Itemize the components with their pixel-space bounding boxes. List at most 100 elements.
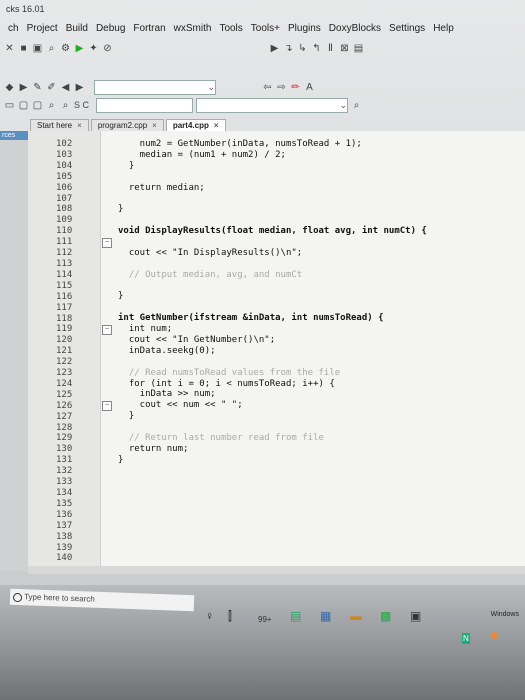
code-line[interactable] xyxy=(118,215,427,226)
select-icon[interactable]: ▭ xyxy=(4,100,15,111)
taskbar-search[interactable]: Type here to search xyxy=(9,588,195,612)
close-icon[interactable]: × xyxy=(214,121,219,130)
code-line[interactable] xyxy=(118,281,427,292)
code-line[interactable] xyxy=(118,488,427,499)
code-line[interactable]: } xyxy=(118,161,427,172)
code-line[interactable] xyxy=(118,520,427,531)
code-line[interactable] xyxy=(118,302,427,313)
fold-marker[interactable]: − xyxy=(102,325,112,335)
code-line[interactable]: return num; xyxy=(118,444,427,455)
tab-part4[interactable]: part4.cpp × xyxy=(165,119,226,131)
code-line[interactable]: cout << "In DisplayResults()\n"; xyxy=(118,248,427,259)
app-icon-4[interactable]: N xyxy=(462,633,470,644)
next-icon[interactable]: ▶ xyxy=(74,82,85,93)
toggle-icon[interactable]: ▶ xyxy=(18,82,29,93)
pause-icon[interactable]: Ⅱ xyxy=(325,43,336,54)
symbol-combo[interactable]: ⌄ xyxy=(196,97,349,113)
code-line[interactable] xyxy=(118,172,427,183)
code-line[interactable]: int GetNumber(ifstream &inData, int nums… xyxy=(118,313,427,324)
code-line[interactable]: inData.seekg(0); xyxy=(118,346,427,357)
task-view-icon[interactable]: ⫿ xyxy=(228,609,232,624)
code-combo[interactable]: ⌄ xyxy=(94,79,216,95)
code-line[interactable]: return median; xyxy=(118,183,427,194)
fold-marker[interactable]: − xyxy=(102,401,112,411)
code-line[interactable]: } xyxy=(118,291,427,302)
code-line[interactable]: // Return last number read from file xyxy=(118,433,427,444)
code-line[interactable]: num2 = GetNumber(inData, numsToRead + 1)… xyxy=(118,139,427,150)
code-line[interactable]: int num; xyxy=(118,324,427,335)
box-icon[interactable]: ▢ xyxy=(32,100,43,111)
menu-item-wxsmith[interactable]: wxSmith xyxy=(174,23,212,34)
build-icon[interactable]: ⚙ xyxy=(60,43,71,54)
spell-icon[interactable]: A xyxy=(304,82,315,93)
code-line[interactable] xyxy=(118,259,427,270)
prev-icon[interactable]: ◀ xyxy=(60,82,71,93)
app-icon-3[interactable]: ▣ xyxy=(410,609,421,623)
new-file-icon[interactable]: ✕ xyxy=(4,43,15,54)
comment-icon[interactable]: ✎ xyxy=(32,82,43,93)
tab-program2[interactable]: program2.cpp × xyxy=(90,119,164,131)
menu-item[interactable]: ch xyxy=(8,23,19,34)
menu-item-fortran[interactable]: Fortran xyxy=(133,23,165,34)
source-code[interactable]: num2 = GetNumber(inData, numsToRead + 1)… xyxy=(118,139,427,564)
stop-icon[interactable]: ⊘ xyxy=(102,43,113,54)
forward-arrow-icon[interactable]: ⇨ xyxy=(276,82,287,93)
menu-item-tools-plus[interactable]: Tools+ xyxy=(251,23,280,34)
code-line[interactable]: for (int i = 0; i < numsToRead; i++) { xyxy=(118,379,427,390)
debug-icon[interactable]: ▶ xyxy=(269,43,280,54)
stop-debug-icon[interactable]: ⊠ xyxy=(339,43,350,54)
debug-windows-icon[interactable]: ▤ xyxy=(353,43,364,54)
open-icon[interactable]: ■ xyxy=(18,43,29,54)
close-icon[interactable]: × xyxy=(152,121,157,130)
code-line[interactable] xyxy=(118,498,427,509)
code-editor[interactable]: 102 103 104 105 106 107 108 109 110 111 112 113 114 1… xyxy=(28,131,525,571)
code-line[interactable]: inData >> num; xyxy=(118,389,427,400)
code-line[interactable]: cout << num << " "; xyxy=(118,400,427,411)
code-line[interactable] xyxy=(118,542,427,553)
code-line[interactable] xyxy=(118,237,427,248)
bookmark-icon[interactable]: ◆ xyxy=(4,82,15,93)
code-line[interactable] xyxy=(118,531,427,542)
menu-item-help[interactable]: Help xyxy=(433,23,454,34)
code-line[interactable]: // Read numsToRead values from the file xyxy=(118,368,427,379)
code-line[interactable]: void DisplayResults(float median, float … xyxy=(118,226,427,237)
code-line[interactable] xyxy=(118,509,427,520)
uncomment-icon[interactable]: ✐ xyxy=(46,82,57,93)
menu-item-build[interactable]: Build xyxy=(66,23,88,34)
code-line[interactable] xyxy=(118,193,427,204)
back-arrow-icon[interactable]: ⇦ xyxy=(262,82,273,93)
search-icon[interactable]: ⌕ xyxy=(351,100,362,111)
code-line[interactable]: } xyxy=(118,204,427,215)
run-icon[interactable]: ▶ xyxy=(74,43,85,54)
tab-start-here[interactable]: Start here × xyxy=(30,119,89,131)
menu-item-project[interactable]: Project xyxy=(27,23,58,34)
app-icon[interactable]: ▤ xyxy=(290,609,301,623)
code-line[interactable]: // Output median, avg, and numCt xyxy=(118,270,427,281)
zoom-out-icon[interactable]: ⌕ xyxy=(60,100,71,111)
code-line[interactable]: } xyxy=(118,411,427,422)
menu-item-doxyblocks[interactable]: DoxyBlocks xyxy=(329,23,381,34)
code-line[interactable] xyxy=(118,553,427,564)
menu-item-tools[interactable]: Tools xyxy=(219,23,242,34)
code-line[interactable] xyxy=(118,422,427,433)
step-out-icon[interactable]: ↰ xyxy=(311,43,322,54)
code-line[interactable] xyxy=(118,477,427,488)
menu-item-debug[interactable]: Debug xyxy=(96,23,125,34)
step-icon[interactable]: ↴ xyxy=(283,43,294,54)
box-icon[interactable]: ▢ xyxy=(18,100,29,111)
highlight-icon[interactable]: ✏ xyxy=(290,82,301,93)
store-icon[interactable]: ▦ xyxy=(320,609,331,623)
mic-icon[interactable]: ♀ xyxy=(205,609,214,623)
code-line[interactable]: cout << "In GetNumber()\n"; xyxy=(118,335,427,346)
horizontal-scrollbar[interactable] xyxy=(28,566,525,574)
menu-item-plugins[interactable]: Plugins xyxy=(288,23,321,34)
build-run-icon[interactable]: ✦ xyxy=(88,43,99,54)
step-into-icon[interactable]: ↳ xyxy=(297,43,308,54)
close-icon[interactable]: × xyxy=(77,121,82,130)
code-line[interactable] xyxy=(118,357,427,368)
fold-marker[interactable]: − xyxy=(102,238,112,248)
save-icon[interactable]: ▣ xyxy=(32,43,43,54)
find-icon[interactable]: ⌕ xyxy=(46,43,57,54)
app-icon-5[interactable]: ● xyxy=(490,627,500,645)
code-line[interactable]: median = (num1 + num2) / 2; xyxy=(118,150,427,161)
